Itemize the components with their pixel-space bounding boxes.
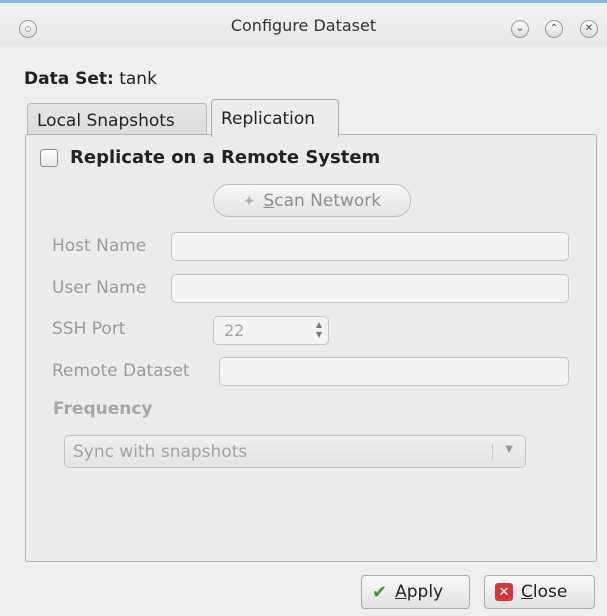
scan-network-button[interactable]: ✦ Scan Network [213,184,411,217]
select-divider [492,444,493,460]
minimize-button[interactable]: ⌄ [511,20,529,38]
remote-dataset-label: Remote Dataset [52,361,190,381]
replicate-remote-row[interactable]: Replicate on a Remote System [40,147,380,168]
frequency-label: Frequency [53,399,153,419]
wand-icon: ✦ [242,191,256,210]
title-bar: Configure Dataset ⌄ ⌃ ✕ [0,6,607,46]
close-button[interactable]: ✕ Close [484,575,595,609]
remote-dataset-input[interactable] [219,357,569,386]
user-name-input[interactable] [171,274,569,303]
maximize-button[interactable]: ⌃ [545,20,563,38]
configure-dataset-window: Configure Dataset ⌄ ⌃ ✕ Data Set: tank L… [0,0,607,616]
replicate-remote-label: Replicate on a Remote System [70,147,381,168]
close-x-icon: ✕ [495,583,513,601]
ssh-port-label: SSH Port [52,319,126,339]
checkmark-icon: ✔ [372,581,388,603]
close-window-button[interactable]: ✕ [580,20,598,38]
tab-replication[interactable]: Replication [211,99,339,137]
dataset-value: tank [119,69,157,89]
close-icon: ✕ [584,23,594,34]
apply-button[interactable]: ✔ Apply [361,575,470,609]
apply-label: pply [406,582,444,602]
scan-network-label: can Network [274,190,382,211]
ssh-port-spinbox[interactable]: 22 ▲ ▼ [213,316,329,345]
apply-mnemonic: A [395,582,407,602]
spin-arrows-icon[interactable]: ▲ ▼ [316,320,322,340]
dataset-label: Data Set: [24,69,114,89]
user-name-label: User Name [52,278,147,298]
tab-local-snapshots[interactable]: Local Snapshots [27,103,207,137]
dataset-info: Data Set: tank [24,69,157,89]
frequency-select[interactable]: Sync with snapshots ▼ [64,435,526,468]
host-name-label: Host Name [52,236,147,256]
chevron-up-icon: ⌃ [549,23,559,34]
host-name-input[interactable] [171,232,569,261]
close-mnemonic: C [521,582,533,602]
scan-network-mnemonic: S [263,190,275,211]
chevron-down-icon: ▼ [505,444,513,455]
replicate-remote-checkbox[interactable] [40,148,58,167]
ssh-port-value: 22 [224,321,245,340]
frequency-selected-value: Sync with snapshots [73,441,248,462]
close-label: lose [532,582,568,602]
chevron-down-icon: ⌄ [515,23,525,34]
